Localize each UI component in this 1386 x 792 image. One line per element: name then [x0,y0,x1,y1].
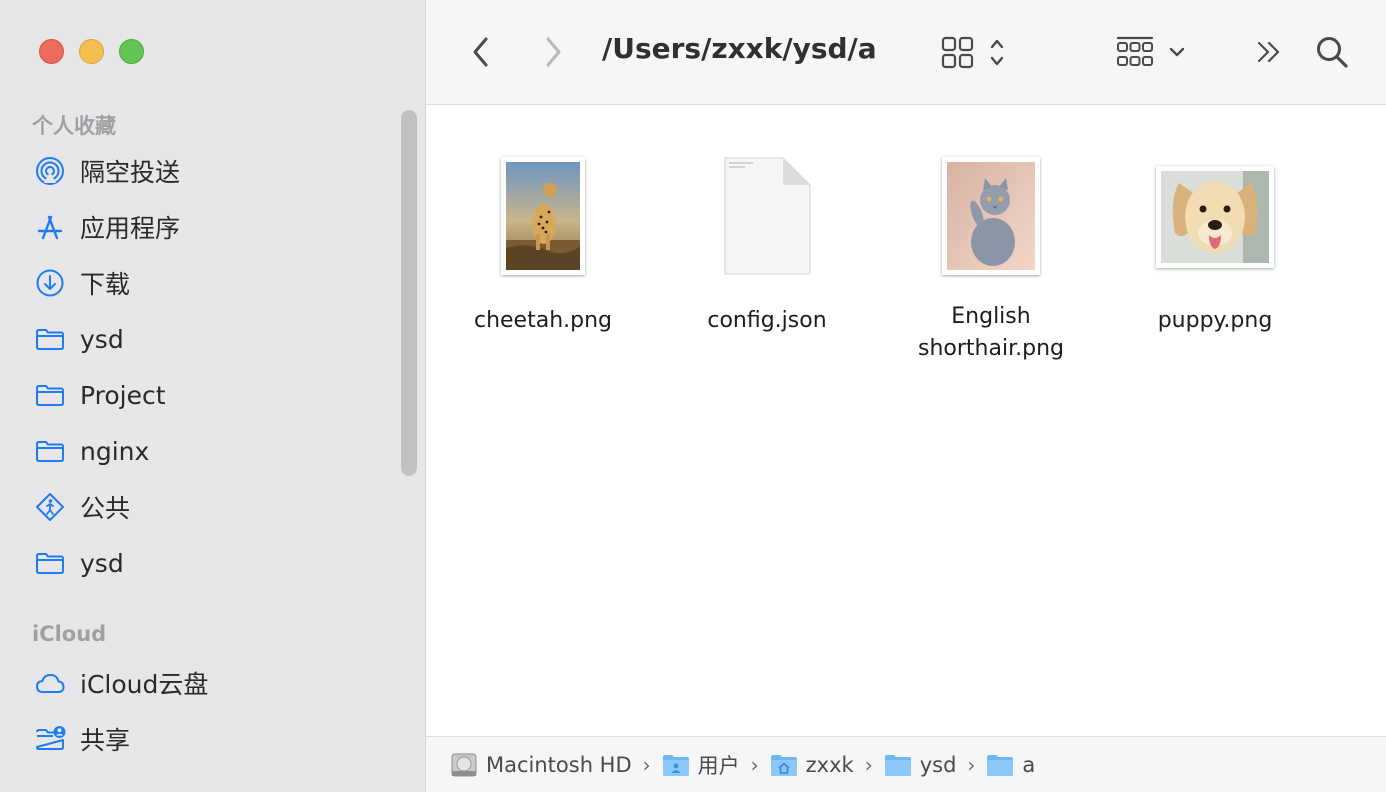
minimize-button[interactable] [79,39,104,64]
home-folder-icon [770,754,797,776]
path-crumb-zxxk[interactable]: zxxk [770,753,854,777]
chevron-right-icon: › [967,752,976,777]
public-icon [36,493,64,521]
document-icon [721,155,813,277]
chevron-right-icon: › [864,752,873,777]
sidebar-item-label: iCloud云盘 [80,670,209,699]
file-name: puppy.png [1157,308,1273,333]
chevron-right-icon [546,37,561,67]
path-crumb-label: Macintosh HD [486,752,632,777]
favorites-section-title: 个人收藏 [32,114,116,138]
sidebar-item-label: 隔空投送 [80,158,181,187]
file-item-cheetah[interactable]: cheetah.png [443,155,643,345]
folder-icon [987,754,1014,776]
sidebar-item-downloads[interactable]: 下载 [34,263,130,303]
applications-icon [37,215,63,240]
folder-icon [36,553,64,574]
file-name: English shorthair.png [891,301,1091,365]
folder-icon [36,329,64,350]
file-item-config-json[interactable]: config.json [667,155,867,345]
close-button[interactable] [39,39,64,64]
sidebar-item-nginx[interactable]: nginx [34,431,149,471]
folder-icon [884,754,911,776]
more-toolbar-items-button[interactable] [1252,32,1286,72]
file-name-line: shorthair.png [918,336,1064,361]
path-crumb-macintosh-hd[interactable]: Macintosh HD [450,751,632,779]
sidebar-item-public[interactable]: 公共 [34,487,130,527]
group-by-icon [1116,36,1185,66]
download-icon [36,269,64,297]
file-item-puppy[interactable]: puppy.png [1115,155,1315,345]
path-crumb-label: ysd [919,752,957,777]
double-chevron-right-icon [1257,41,1280,63]
file-item-english-shorthair[interactable]: English shorthair.png [891,155,1091,365]
path-bar: Macintosh HD › 用户 › zxxk › ysd › a [426,736,1386,792]
users-folder-icon [662,754,689,776]
sidebar-item-label: ysd [80,324,124,354]
sidebar-item-label: 公共 [80,494,131,523]
window-controls [39,39,144,64]
sidebar-item-label: 下载 [80,270,131,299]
forward-button[interactable] [538,32,568,72]
sidebar-item-icloud-drive[interactable]: iCloud云盘 [34,663,208,703]
path-crumb-label: zxxk [805,752,854,777]
chevron-right-icon: › [750,752,759,777]
search-button[interactable] [1312,32,1352,72]
back-button[interactable] [466,32,496,72]
sidebar-item-ysd-2[interactable]: ysd [34,543,124,583]
cloud-icon [36,674,65,693]
folder-icon [36,385,64,406]
file-name-line: English [951,304,1031,329]
sidebar-item-applications[interactable]: 应用程序 [34,207,180,247]
icloud-section-title: iCloud [32,622,107,646]
sidebar-item-label: ysd [80,548,124,578]
file-name: config.json [707,308,827,333]
view-mode-button[interactable] [940,30,1016,74]
shared-folder-icon [36,726,66,750]
search-icon [1317,37,1348,68]
file-grid: cheetah.png config.json English shorthai… [426,105,1386,736]
path-crumb-users[interactable]: 用户 [662,750,740,780]
sidebar: 个人收藏 隔空投送 应用程序 下载 ysd Project nginx 公共 y… [0,0,426,792]
path-crumb-ysd[interactable]: ysd [884,752,957,777]
sidebar-item-shared[interactable]: 共享 [34,719,130,759]
icon-view-grid-icon [941,36,1004,69]
group-button[interactable] [1114,30,1196,74]
image-thumbnail-icon [501,157,585,275]
file-name: cheetah.png [473,308,613,333]
sidebar-item-airdrop[interactable]: 隔空投送 [34,151,180,191]
sidebar-item-label: Project [80,380,166,410]
sidebar-item-ysd[interactable]: ysd [34,319,124,359]
toolbar: /Users/zxxk/ysd/a [426,0,1386,105]
chevron-right-icon: › [642,752,651,777]
zoom-button[interactable] [119,39,144,64]
hard-drive-icon [451,753,477,776]
path-crumb-label: a [1022,752,1036,777]
path-crumb-label: 用户 [697,753,740,778]
image-thumbnail-icon [942,157,1040,275]
sidebar-item-project[interactable]: Project [34,375,166,415]
airdrop-icon [36,157,64,185]
window-title: /Users/zxxk/ysd/a [602,32,877,65]
image-thumbnail-icon [1156,166,1274,268]
folder-icon [36,441,64,462]
sidebar-item-label: 应用程序 [80,214,181,243]
finder-window: 个人收藏 隔空投送 应用程序 下载 ysd Project nginx 公共 y… [0,0,1386,792]
sidebar-scrollbar[interactable] [401,110,417,476]
path-crumb-a[interactable]: a [986,753,1035,777]
sidebar-item-label: 共享 [80,726,131,755]
sidebar-item-label: nginx [80,436,150,466]
chevron-left-icon [473,37,488,67]
